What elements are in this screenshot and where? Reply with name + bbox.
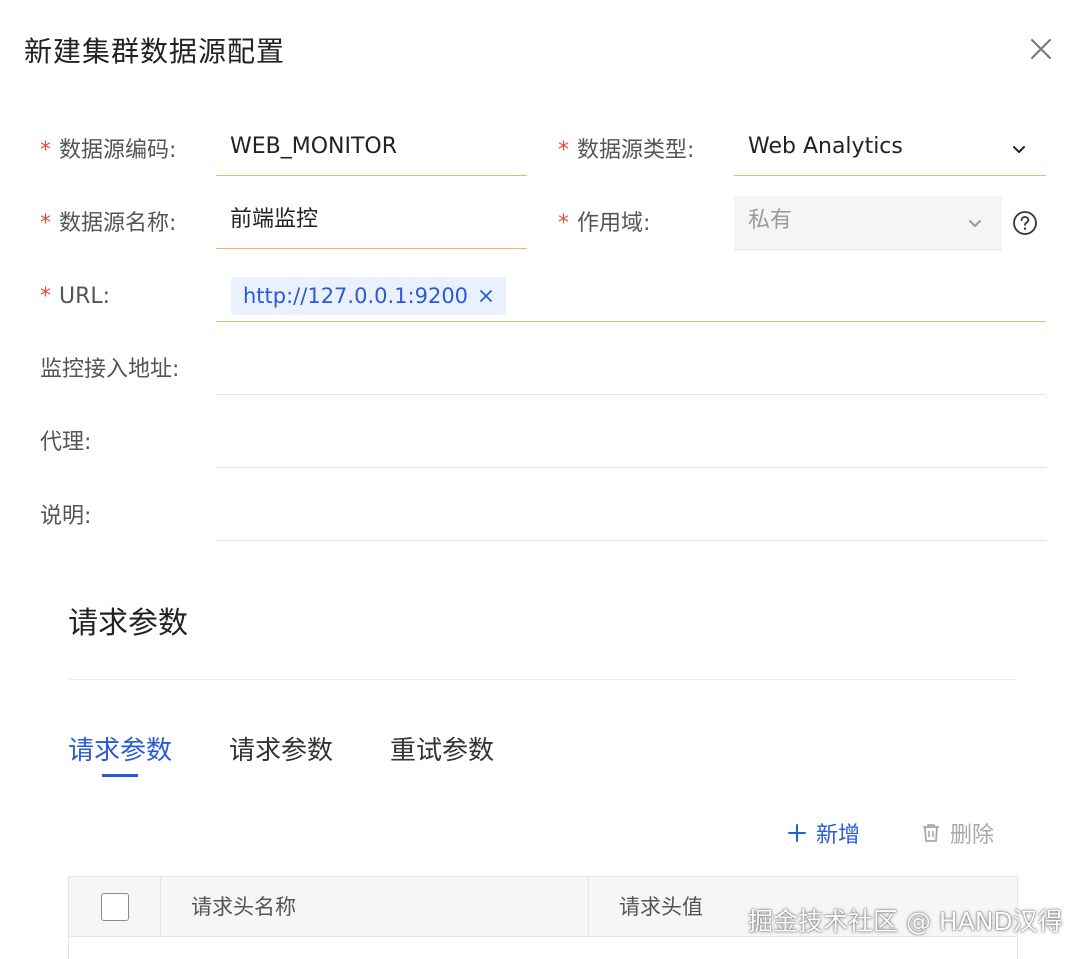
active-tab-indicator	[102, 774, 138, 777]
source-type-value: Web Analytics	[748, 134, 903, 159]
url-tag: http://127.0.0.1:9200	[231, 277, 507, 315]
description-input[interactable]	[216, 487, 1046, 541]
add-button[interactable]: 新增	[786, 818, 860, 848]
required-mark: *	[40, 138, 51, 163]
url-label: * URL:	[40, 284, 111, 309]
scope-select[interactable]: 私有	[734, 196, 1002, 250]
help-circle-icon[interactable]	[1012, 210, 1038, 236]
tab-retry-params[interactable]: 重试参数	[390, 730, 494, 767]
select-all-checkbox[interactable]	[101, 893, 129, 921]
scope-value: 私有	[748, 208, 793, 233]
source-code-label: * 数据源编码:	[40, 138, 177, 163]
required-mark: *	[40, 211, 51, 236]
select-all-cell	[69, 877, 161, 937]
delete-button[interactable]: 删除	[920, 818, 994, 848]
section-divider	[68, 679, 1016, 680]
required-mark: *	[558, 138, 569, 163]
url-tag-text: http://127.0.0.1:9200	[243, 284, 469, 308]
close-button[interactable]	[1028, 36, 1054, 62]
monitor-address-label: 监控接入地址:	[40, 357, 180, 382]
source-name-label: * 数据源名称:	[40, 211, 177, 236]
trash-icon	[920, 822, 942, 844]
source-code-input[interactable]: WEB_MONITOR	[216, 122, 527, 176]
monitor-address-input[interactable]	[216, 341, 1046, 395]
required-mark: *	[558, 211, 569, 236]
plus-icon	[786, 822, 808, 844]
tab-request-params-2[interactable]: 请求参数	[229, 730, 333, 767]
chevron-down-icon	[1010, 140, 1028, 158]
watermark: 掘金技术社区 @ HAND汉得	[748, 907, 1063, 936]
chevron-down-icon	[966, 214, 984, 232]
new-cluster-datasource-dialog: 新建集群数据源配置 * 数据源编码: WEB_MONITOR * 数据源类型: We…	[0, 0, 1080, 959]
proxy-label: 代理:	[40, 430, 92, 455]
scope-label: * 作用域:	[558, 211, 651, 236]
source-type-label: * 数据源类型:	[558, 138, 695, 163]
tag-remove-button[interactable]	[478, 288, 494, 304]
section-title: 请求参数	[68, 606, 188, 641]
source-name-input[interactable]: 前端监控	[216, 195, 527, 249]
close-icon	[480, 290, 492, 302]
tab-request-params[interactable]: 请求参数	[68, 730, 172, 767]
proxy-input[interactable]	[216, 414, 1046, 468]
close-icon	[1031, 39, 1051, 59]
column-header-name: 请求头名称	[161, 877, 589, 937]
source-type-select[interactable]: Web Analytics	[734, 122, 1046, 176]
delete-button-label: 删除	[950, 823, 995, 848]
dialog-title: 新建集群数据源配置	[24, 35, 286, 68]
source-name-value: 前端监控	[230, 207, 319, 232]
description-label: 说明:	[40, 504, 92, 529]
add-button-label: 新增	[816, 823, 861, 848]
source-code-value: WEB_MONITOR	[230, 134, 398, 159]
required-mark: *	[40, 284, 51, 309]
